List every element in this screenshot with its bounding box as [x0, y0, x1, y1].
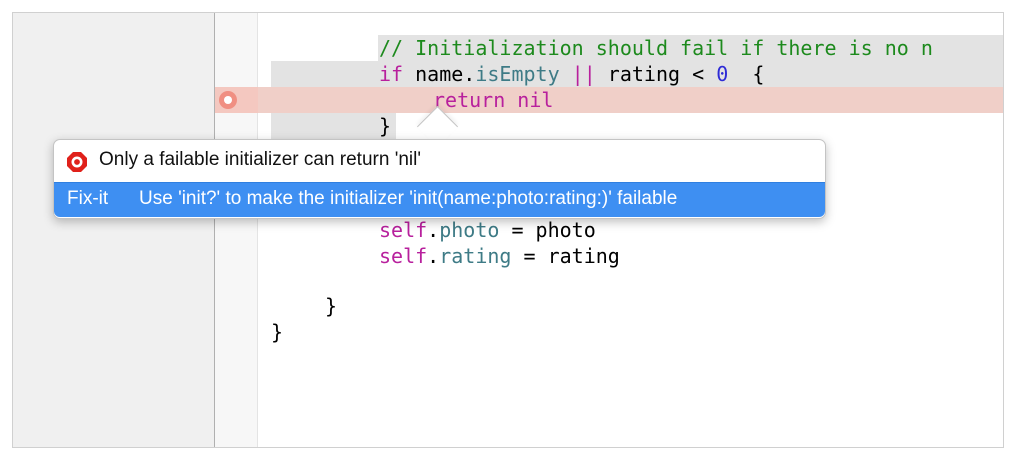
- operator-or: ||: [559, 62, 596, 86]
- fixit-label: Fix-it: [67, 188, 109, 209]
- xcode-editor-window: // Initialization should fail if there i…: [12, 12, 1004, 448]
- code-text: name.: [403, 62, 476, 86]
- error-message: Only a failable initializer can return '…: [99, 149, 421, 170]
- navigator-sidebar: [13, 13, 215, 447]
- code-comment: // Initialization should fail if there i…: [379, 36, 933, 60]
- keyword-if: if: [379, 62, 404, 86]
- keyword-nil: nil: [517, 88, 554, 112]
- code-line-self-photo[interactable]: self.photo = photo: [379, 217, 596, 243]
- fixit-row[interactable]: Fix-it Use 'init?' to make the initializ…: [54, 182, 825, 217]
- code-text: rating <: [595, 62, 717, 86]
- error-marker-icon[interactable]: [219, 91, 237, 109]
- error-message-row[interactable]: Only a failable initializer can return '…: [54, 140, 825, 182]
- code-line-close-init[interactable]: }: [325, 293, 337, 319]
- property-rating: rating: [439, 244, 512, 268]
- number-literal: 0: [716, 62, 729, 86]
- issue-popover: Only a failable initializer can return '…: [53, 139, 826, 219]
- code-text: .: [427, 218, 440, 242]
- line-gutter[interactable]: [215, 13, 258, 447]
- code-line-comment[interactable]: // Initialization should fail if there i…: [379, 35, 933, 61]
- keyword-self: self: [379, 244, 428, 268]
- stop-sign-icon: [67, 152, 87, 172]
- property-photo: photo: [439, 218, 500, 242]
- code-text: {: [728, 62, 765, 86]
- code-text: }: [379, 114, 392, 138]
- code-line-self-rating[interactable]: self.rating = rating: [379, 243, 620, 269]
- code-line-close-class[interactable]: }: [271, 319, 283, 345]
- fixit-suggestion: Use 'init?' to make the initializer 'ini…: [139, 188, 678, 209]
- code-line-close-if[interactable]: }: [379, 113, 391, 139]
- code-line-return[interactable]: return nil: [433, 87, 553, 113]
- keyword-return: return: [433, 88, 506, 112]
- code-text: = photo: [499, 218, 596, 242]
- code-text: = rating: [511, 244, 620, 268]
- code-line-if[interactable]: if name.isEmpty || rating < 0 {: [379, 61, 764, 87]
- error-line-highlight: [215, 87, 1003, 113]
- code-text: .: [427, 244, 440, 268]
- property-isempty: isEmpty: [475, 62, 560, 86]
- code-text: }: [271, 320, 284, 344]
- code-text: }: [325, 294, 338, 318]
- keyword-self: self: [379, 218, 428, 242]
